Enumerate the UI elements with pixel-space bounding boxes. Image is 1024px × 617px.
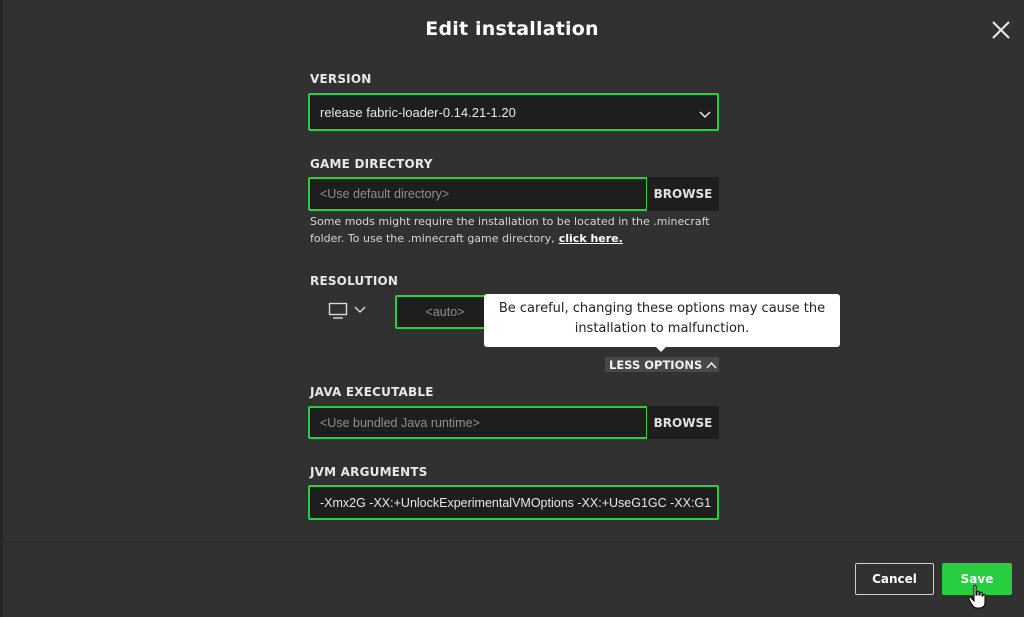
java-executable-browse-button[interactable]: BROWSE — [647, 406, 719, 439]
helper-text: Some mods might require the installation… — [310, 215, 710, 245]
java-executable-label: JAVA EXECUTABLE — [310, 385, 434, 399]
game-directory-input[interactable]: <Use default directory> — [308, 177, 648, 211]
less-options-label: LESS OPTIONS — [609, 357, 703, 372]
window-edge — [0, 0, 3, 617]
chevron-up-icon — [706, 361, 717, 369]
game-directory-helper: Some mods might require the installation… — [310, 213, 720, 247]
cancel-button[interactable]: Cancel — [855, 563, 934, 595]
resolution-width-input[interactable]: <auto> — [395, 295, 495, 329]
resolution-preset-dropdown[interactable] — [328, 300, 370, 322]
tooltip-arrow — [655, 346, 667, 352]
chevron-down-icon — [354, 306, 366, 314]
close-icon — [992, 21, 1010, 39]
close-button[interactable] — [990, 19, 1012, 41]
version-value: release fabric-loader-0.14.21-1.20 — [320, 104, 516, 120]
game-directory-placeholder: <Use default directory> — [320, 187, 450, 201]
jvm-arguments-input[interactable]: -Xmx2G -XX:+UnlockExperimentalVMOptions … — [308, 485, 719, 520]
java-executable-placeholder: <Use bundled Java runtime> — [320, 415, 480, 430]
jvm-arguments-label: JVM ARGUMENTS — [310, 465, 428, 479]
jvm-arguments-value: -Xmx2G -XX:+UnlockExperimentalVMOptions … — [320, 495, 712, 510]
chevron-down-icon — [699, 111, 711, 119]
resolution-label: RESOLUTION — [310, 274, 399, 288]
click-here-link[interactable]: click here. — [559, 232, 623, 245]
less-options-toggle[interactable]: LESS OPTIONS — [605, 357, 719, 372]
version-label: VERSION — [310, 72, 372, 86]
monitor-icon — [328, 302, 348, 319]
footer-divider — [0, 542, 1024, 543]
save-button[interactable]: Save — [942, 563, 1012, 595]
warning-tooltip: Be careful, changing these options may c… — [484, 294, 840, 347]
version-select[interactable]: release fabric-loader-0.14.21-1.20 — [308, 93, 719, 131]
dialog-title: Edit installation — [425, 18, 599, 40]
java-executable-input[interactable]: <Use bundled Java runtime> — [308, 406, 648, 439]
dialog-header: Edit installation — [0, 0, 1024, 62]
resolution-width-placeholder: <auto> — [425, 305, 465, 319]
game-directory-label: GAME DIRECTORY — [310, 157, 433, 171]
game-directory-browse-button[interactable]: BROWSE — [647, 177, 719, 211]
